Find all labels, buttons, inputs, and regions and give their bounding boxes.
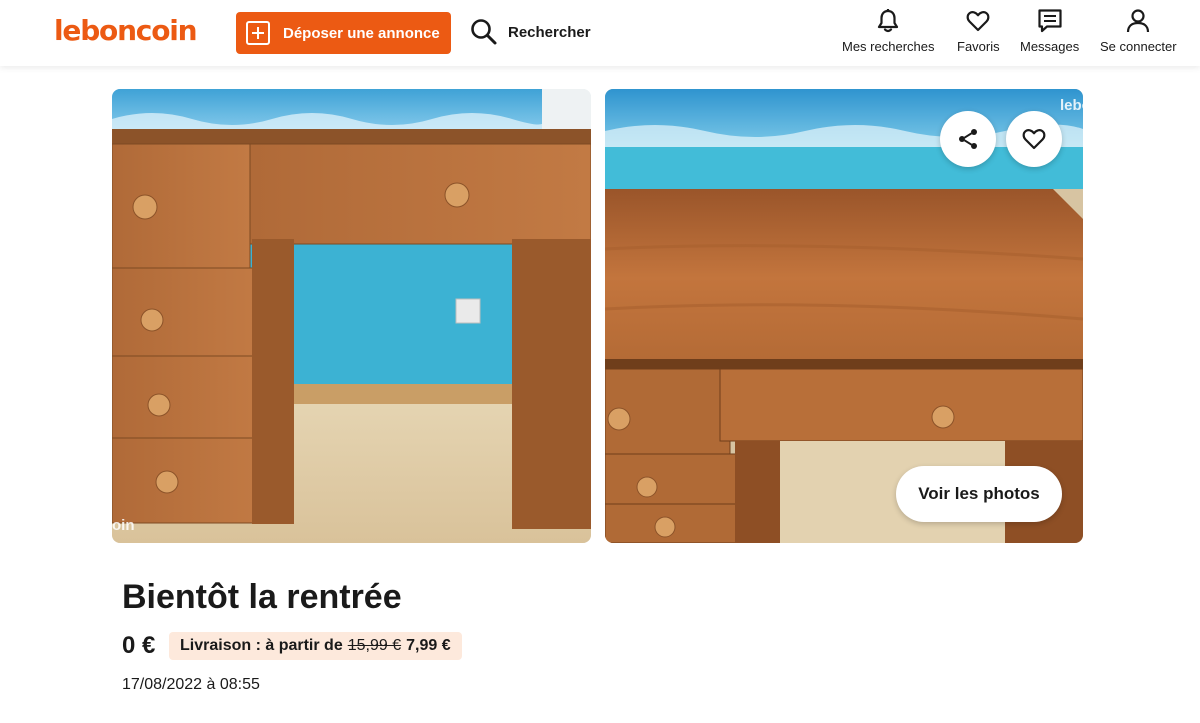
leboncoin-logo[interactable]: leboncoin — [54, 14, 198, 47]
delivery-prefix: Livraison : à partir de — [180, 637, 343, 654]
nav-messages[interactable]: Messages — [1020, 8, 1079, 54]
ad-date: 17/08/2022 à 08:55 — [122, 676, 260, 693]
search-icon — [471, 19, 497, 45]
user-icon — [1127, 9, 1150, 33]
nav-label-login: Se connecter — [1100, 39, 1177, 54]
photo-watermark-right: lebo — [1060, 97, 1083, 114]
nav-label-favorites: Favoris — [957, 39, 1000, 54]
nav-label-my-searches: Mes recherches — [842, 39, 935, 54]
photo-watermark-left: oin — [112, 517, 135, 534]
ad-photo-1[interactable]: oin — [112, 89, 591, 543]
delivery-new-price: 7,99 € — [406, 637, 451, 654]
heart-icon — [1022, 129, 1046, 150]
desk-front-photo — [112, 89, 591, 543]
favorite-button[interactable] — [1006, 111, 1062, 167]
message-icon — [1038, 9, 1062, 33]
nav-favorites[interactable]: Favoris — [957, 8, 1000, 54]
share-icon — [959, 129, 977, 149]
top-header: leboncoin Déposer une annonce Rechercher… — [0, 0, 1200, 66]
delivery-badge: Livraison : à partir de 15,99 € 7,99 € — [169, 632, 462, 660]
search-button[interactable]: Rechercher — [470, 18, 591, 46]
nav-label-messages: Messages — [1020, 39, 1080, 54]
search-label: Rechercher — [508, 23, 591, 41]
bell-icon — [878, 9, 899, 33]
ad-title: Bientôt la rentrée — [122, 578, 402, 616]
delivery-old-price: 15,99 € — [347, 637, 402, 654]
deposit-ad-label: Déposer une annonce — [283, 24, 440, 42]
ad-price: 0 € — [122, 632, 156, 659]
share-button[interactable] — [940, 111, 996, 167]
nav-my-searches[interactable]: Mes recherches — [842, 8, 934, 54]
deposit-ad-button[interactable]: Déposer une annonce — [236, 12, 451, 54]
nav-login[interactable]: Se connecter — [1100, 8, 1177, 54]
heart-icon — [966, 11, 990, 32]
plus-icon — [246, 21, 270, 45]
view-photos-button[interactable]: Voir les photos — [896, 466, 1062, 522]
